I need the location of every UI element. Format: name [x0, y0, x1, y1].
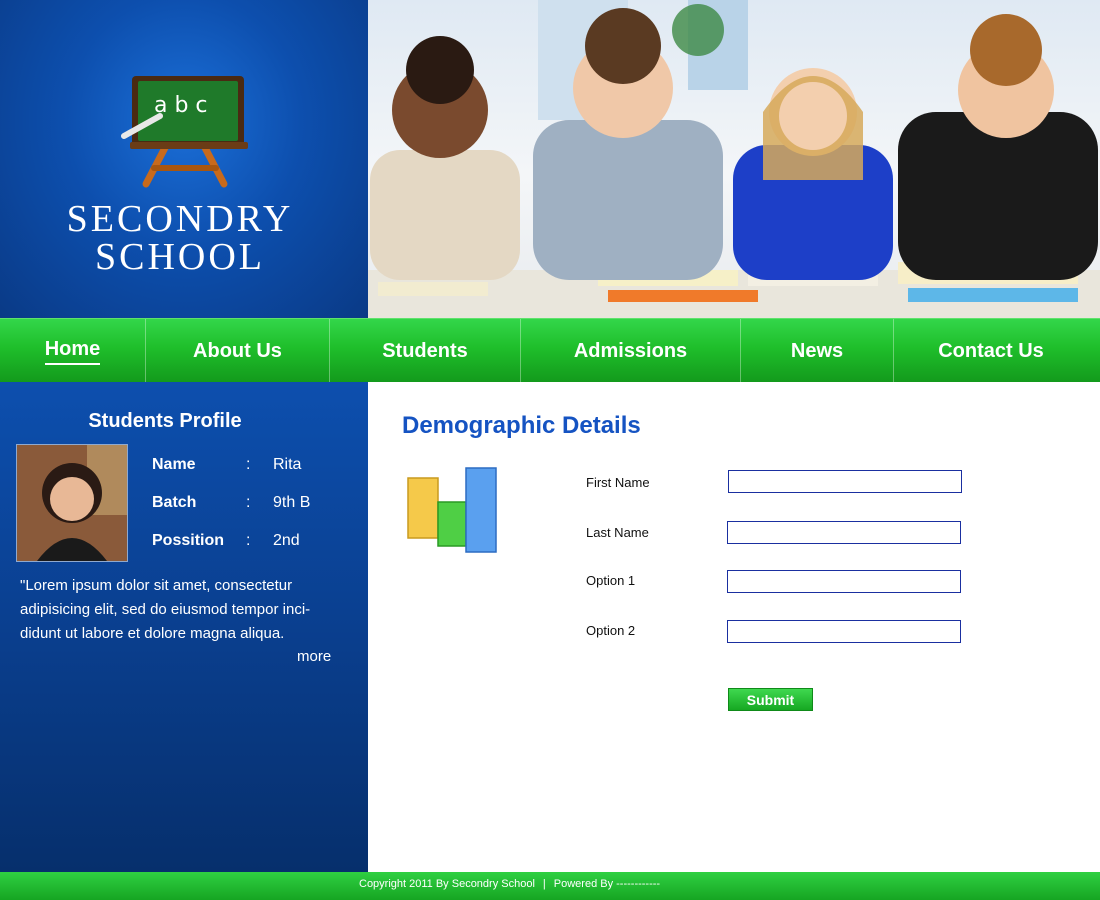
profile-colon: :	[246, 456, 251, 473]
profile-label: Batch	[152, 494, 197, 511]
footer: Copyright 2011 By Secondry School | Powere…	[0, 872, 1100, 900]
nav-contact-us-label: Contact Us	[938, 339, 1044, 362]
page-title: Demographic Details	[402, 412, 641, 439]
profile-value: 2nd	[273, 532, 300, 549]
last-name-input[interactable]	[727, 521, 961, 544]
school-name-line2: SCHOOL	[94, 236, 266, 278]
option-2-input[interactable]	[727, 620, 961, 643]
first-name-input[interactable]	[728, 470, 962, 493]
hero-students-image	[368, 0, 1100, 318]
nav-students[interactable]: Students	[330, 319, 520, 383]
profile-colon: :	[246, 494, 251, 511]
bar-chart-icon	[407, 467, 497, 553]
submit-button[interactable]: Submit	[728, 688, 813, 711]
profile-value: Rita	[273, 456, 302, 473]
more-link[interactable]: more	[297, 648, 331, 665]
school-name-line1: SECONDRY	[66, 198, 294, 240]
student-avatar	[17, 445, 127, 561]
nav-students-label: Students	[382, 339, 468, 362]
nav-news-label: News	[790, 339, 844, 362]
field-label-first-name: First Name	[586, 475, 650, 490]
footer-separator: |	[542, 878, 546, 890]
option-1-input[interactable]	[727, 570, 961, 593]
footer-copyright: Copyright 2011 By Secondry School	[359, 878, 535, 890]
profile-colon: :	[246, 532, 251, 549]
footer-text: Copyright 2011 By Secondry School | Powere…	[359, 878, 660, 890]
main-content: Demographic Details First Name Last Name…	[368, 382, 1100, 872]
footer-powered-by: Powered By ------------	[553, 878, 661, 890]
main-nav: Home About Us Students Admissions News C…	[0, 318, 1100, 383]
sidebar-title: Students Profile	[88, 410, 242, 432]
profile-value: 9th B	[273, 494, 311, 511]
nav-about-us-label: About Us	[193, 339, 282, 362]
school-name: SECONDRY SCHOOL	[0, 200, 360, 276]
profile-label: Possition	[152, 532, 225, 549]
nav-home-label: Home	[44, 338, 101, 365]
brand-panel: a b c SECONDRY SCHOOL	[0, 0, 368, 318]
nav-admissions-label: Admissions	[573, 339, 688, 362]
nav-contact-us[interactable]: Contact Us	[894, 319, 1088, 383]
chalkboard-icon: a b c	[121, 76, 248, 188]
field-label-option-2: Option 2	[586, 623, 636, 638]
nav-news[interactable]: News	[741, 319, 893, 383]
student-bio: "Lorem ipsum dolor sit amet, consectetur…	[20, 577, 311, 642]
student-photo	[16, 444, 128, 562]
field-label-last-name: Last Name	[586, 525, 649, 540]
students-photo	[368, 0, 1100, 318]
profile-label: Name	[152, 456, 196, 473]
nav-about-us[interactable]: About Us	[146, 319, 329, 383]
sidebar-student-profile: Students Profile Name : Rita Batch : 9th…	[0, 382, 368, 872]
nav-admissions[interactable]: Admissions	[521, 319, 740, 383]
nav-home[interactable]: Home	[0, 319, 145, 383]
header: a b c SECONDRY SCHOOL	[0, 0, 1100, 318]
field-label-option-1: Option 1	[586, 573, 636, 588]
